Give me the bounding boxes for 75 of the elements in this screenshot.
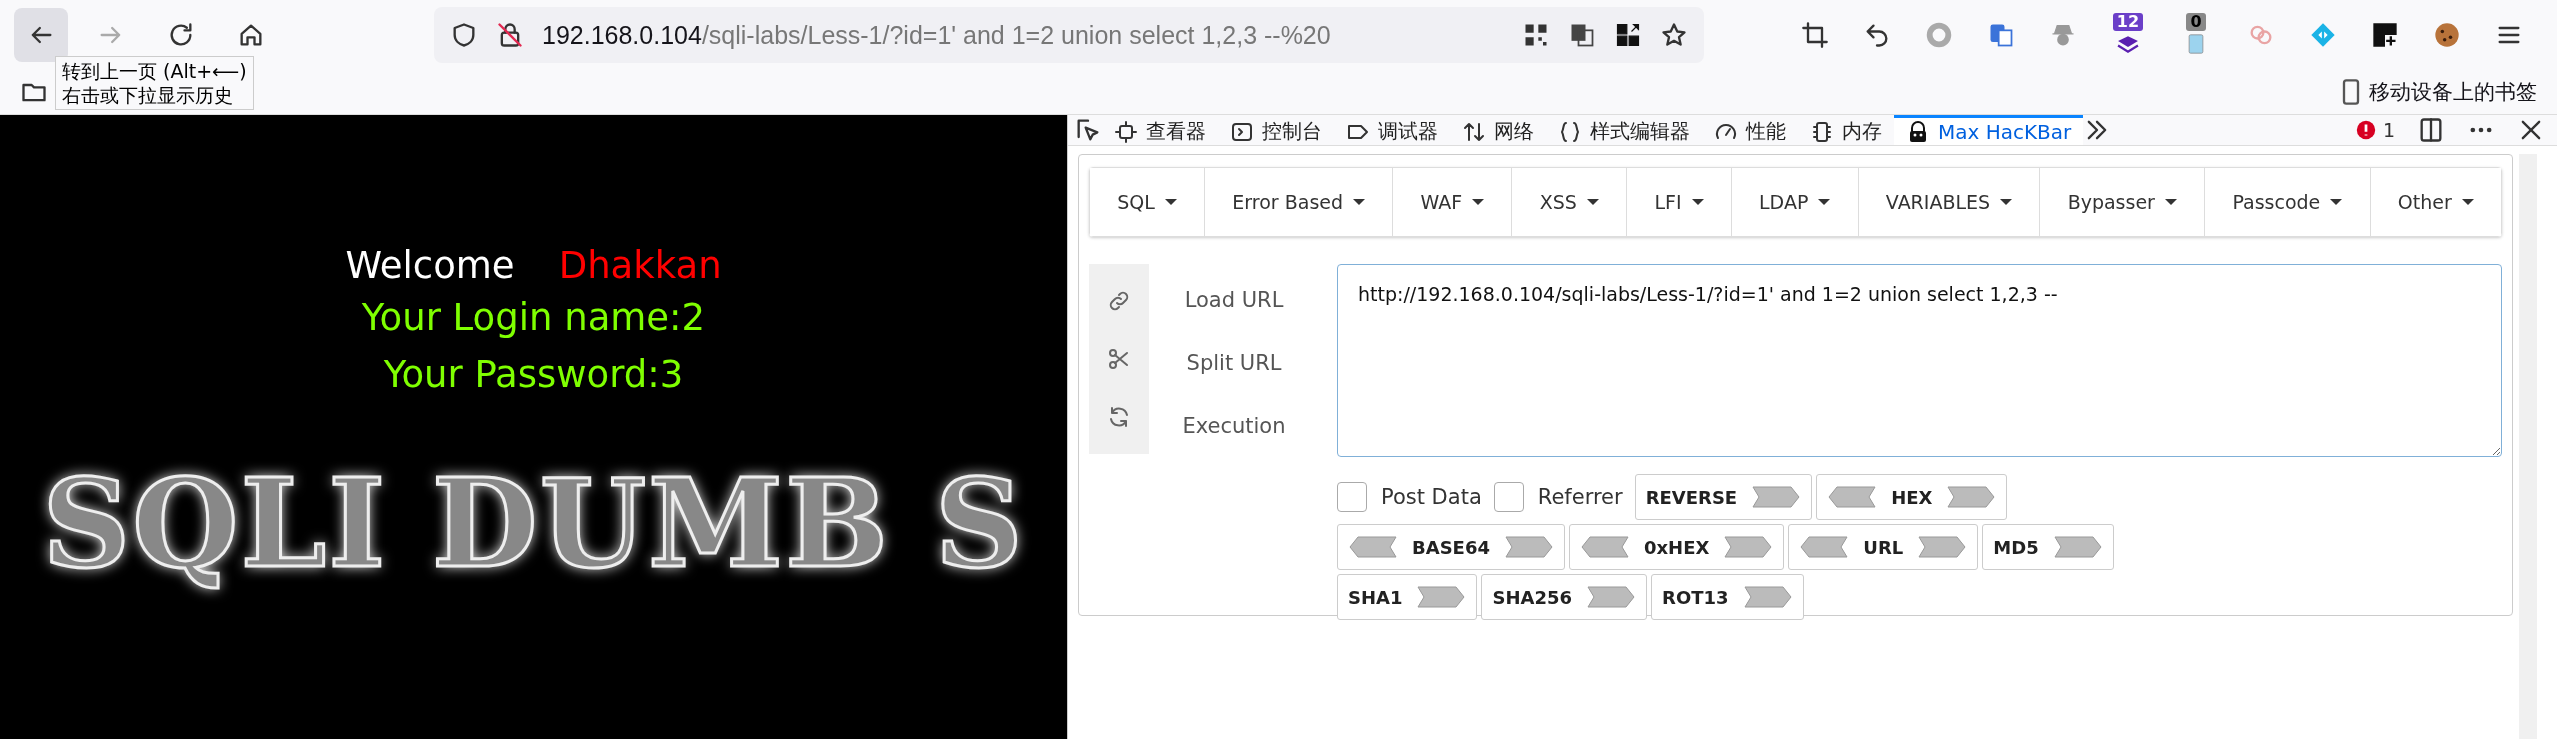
encode-button[interactable]: SHA1	[1337, 574, 1478, 620]
devtools-tab[interactable]: 性能	[1702, 115, 1798, 145]
devtools-tab[interactable]: 网络	[1450, 115, 1546, 145]
encode-button[interactable]: ROT13	[1651, 574, 1804, 620]
encode-button[interactable]: REVERSE	[1634, 474, 1813, 520]
link-icon[interactable]	[1107, 289, 1131, 313]
banner-title: SQLI DUMB S	[42, 451, 1025, 595]
encode-button[interactable]: MD5	[1982, 524, 2114, 570]
refresh-icon[interactable]	[1107, 405, 1131, 429]
right-arrow-icon	[1946, 485, 1997, 509]
url-input-field[interactable]: http://192.168.0.104/sqli-labs/Less-1/?id=1' and 1=2 union select 1,2,3 --	[1337, 264, 2502, 457]
count-badge: 12	[2112, 13, 2144, 31]
right-arrow-icon	[1723, 535, 1774, 559]
right-arrow-icon	[1917, 535, 1968, 559]
devtools-tab[interactable]: 控制台	[1218, 115, 1334, 145]
cookie-icon[interactable]	[2433, 21, 2461, 49]
user-name: Dhakkan	[558, 243, 722, 289]
welcome-text: Welcome	[345, 243, 515, 289]
right-arrow-icon	[1751, 485, 1802, 509]
menu-dropdown[interactable]: Other	[2370, 168, 2501, 236]
bookmark-star-icon[interactable]	[1660, 21, 1688, 49]
password-text: Your Password:3	[383, 352, 684, 398]
tooltip: 转到上一页 (Alt+⟵) 右击或下拉显示历史	[55, 56, 254, 110]
apps-icon[interactable]	[1614, 21, 1642, 49]
encode-button[interactable]: BASE64	[1337, 524, 1565, 570]
left-arrow-icon	[1348, 535, 1398, 559]
right-arrow-icon	[1742, 585, 1793, 609]
left-arrow-icon	[1827, 485, 1878, 509]
left-arrow-icon	[1579, 535, 1630, 559]
devtools-tab[interactable]: 样式编辑器	[1546, 115, 1702, 145]
encode-button[interactable]: HEX	[1816, 474, 2008, 520]
style-icon	[1558, 119, 1582, 144]
crop-icon[interactable]	[1801, 21, 1829, 49]
reload-icon[interactable]	[167, 21, 195, 49]
count-badge: 0	[2186, 13, 2206, 31]
encode-button[interactable]: SHA256	[1481, 574, 1648, 620]
checkbox[interactable]	[1337, 482, 1367, 512]
checkbox[interactable]	[1493, 482, 1524, 512]
encode-button[interactable]: URL	[1788, 524, 1979, 570]
address-bar[interactable]: 192.168.0.104/sqli-labs/Less-1/?id=1' and 1=2 union select 1,2,3 --%20	[434, 7, 1704, 63]
devtools-tab[interactable]: 内存	[1798, 115, 1894, 145]
checkbox-label: Post Data	[1381, 485, 1482, 509]
insecure-lock-icon[interactable]	[496, 21, 524, 49]
devtools-tab[interactable]: 查看器	[1102, 115, 1218, 145]
error-count[interactable]: 1	[2354, 119, 2395, 141]
action-button[interactable]: Split URL	[1180, 350, 1288, 376]
add-grid-icon[interactable]	[2371, 21, 2399, 49]
error-icon	[2354, 119, 2377, 141]
encode-button[interactable]: 0xHEX	[1568, 524, 1785, 570]
checkbox-label: Referrer	[1537, 485, 1623, 509]
action-button[interactable]: Execution	[1176, 413, 1292, 440]
devtools-tab[interactable]: 调试器	[1334, 115, 1450, 145]
menu-dropdown[interactable]: WAF	[1393, 168, 1513, 236]
left-arrow-icon	[1799, 535, 1850, 559]
menu-dropdown[interactable]: Bypasser	[2040, 168, 2206, 236]
menu-dropdown[interactable]: LFI	[1627, 168, 1732, 236]
menu-dropdown[interactable]: XSS	[1512, 168, 1628, 236]
bookmark-label[interactable]: 移动设备上的书签	[2369, 78, 2537, 106]
menu-dropdown[interactable]: VARIABLES	[1858, 168, 2041, 236]
right-arrow-icon	[1586, 585, 1637, 609]
memory-icon	[1810, 119, 1834, 144]
back-button[interactable]	[14, 8, 68, 62]
menu-dropdown[interactable]: Passcode	[2205, 168, 2371, 236]
menu-dropdown[interactable]: SQL	[1090, 168, 1206, 236]
menu-dropdown[interactable]: Error Based	[1205, 168, 1394, 236]
devtools-tab[interactable]: Max HacKBar	[1894, 115, 2084, 145]
scissors-icon[interactable]	[1107, 347, 1131, 371]
right-arrow-icon	[2052, 535, 2103, 559]
inspector-icon	[1114, 119, 1138, 144]
right-arrow-icon	[1416, 585, 1467, 609]
right-arrow-icon	[1503, 535, 1554, 559]
action-button[interactable]: Load URL	[1178, 286, 1290, 313]
menu-dropdown[interactable]: LDAP	[1731, 168, 1859, 236]
login-name-text: Your Login name:2	[361, 295, 706, 341]
url-text: 192.168.0.104/sqli-labs/Less-1/?id=1' and 1=2 union select 1,2,3 --%20	[542, 20, 1332, 50]
